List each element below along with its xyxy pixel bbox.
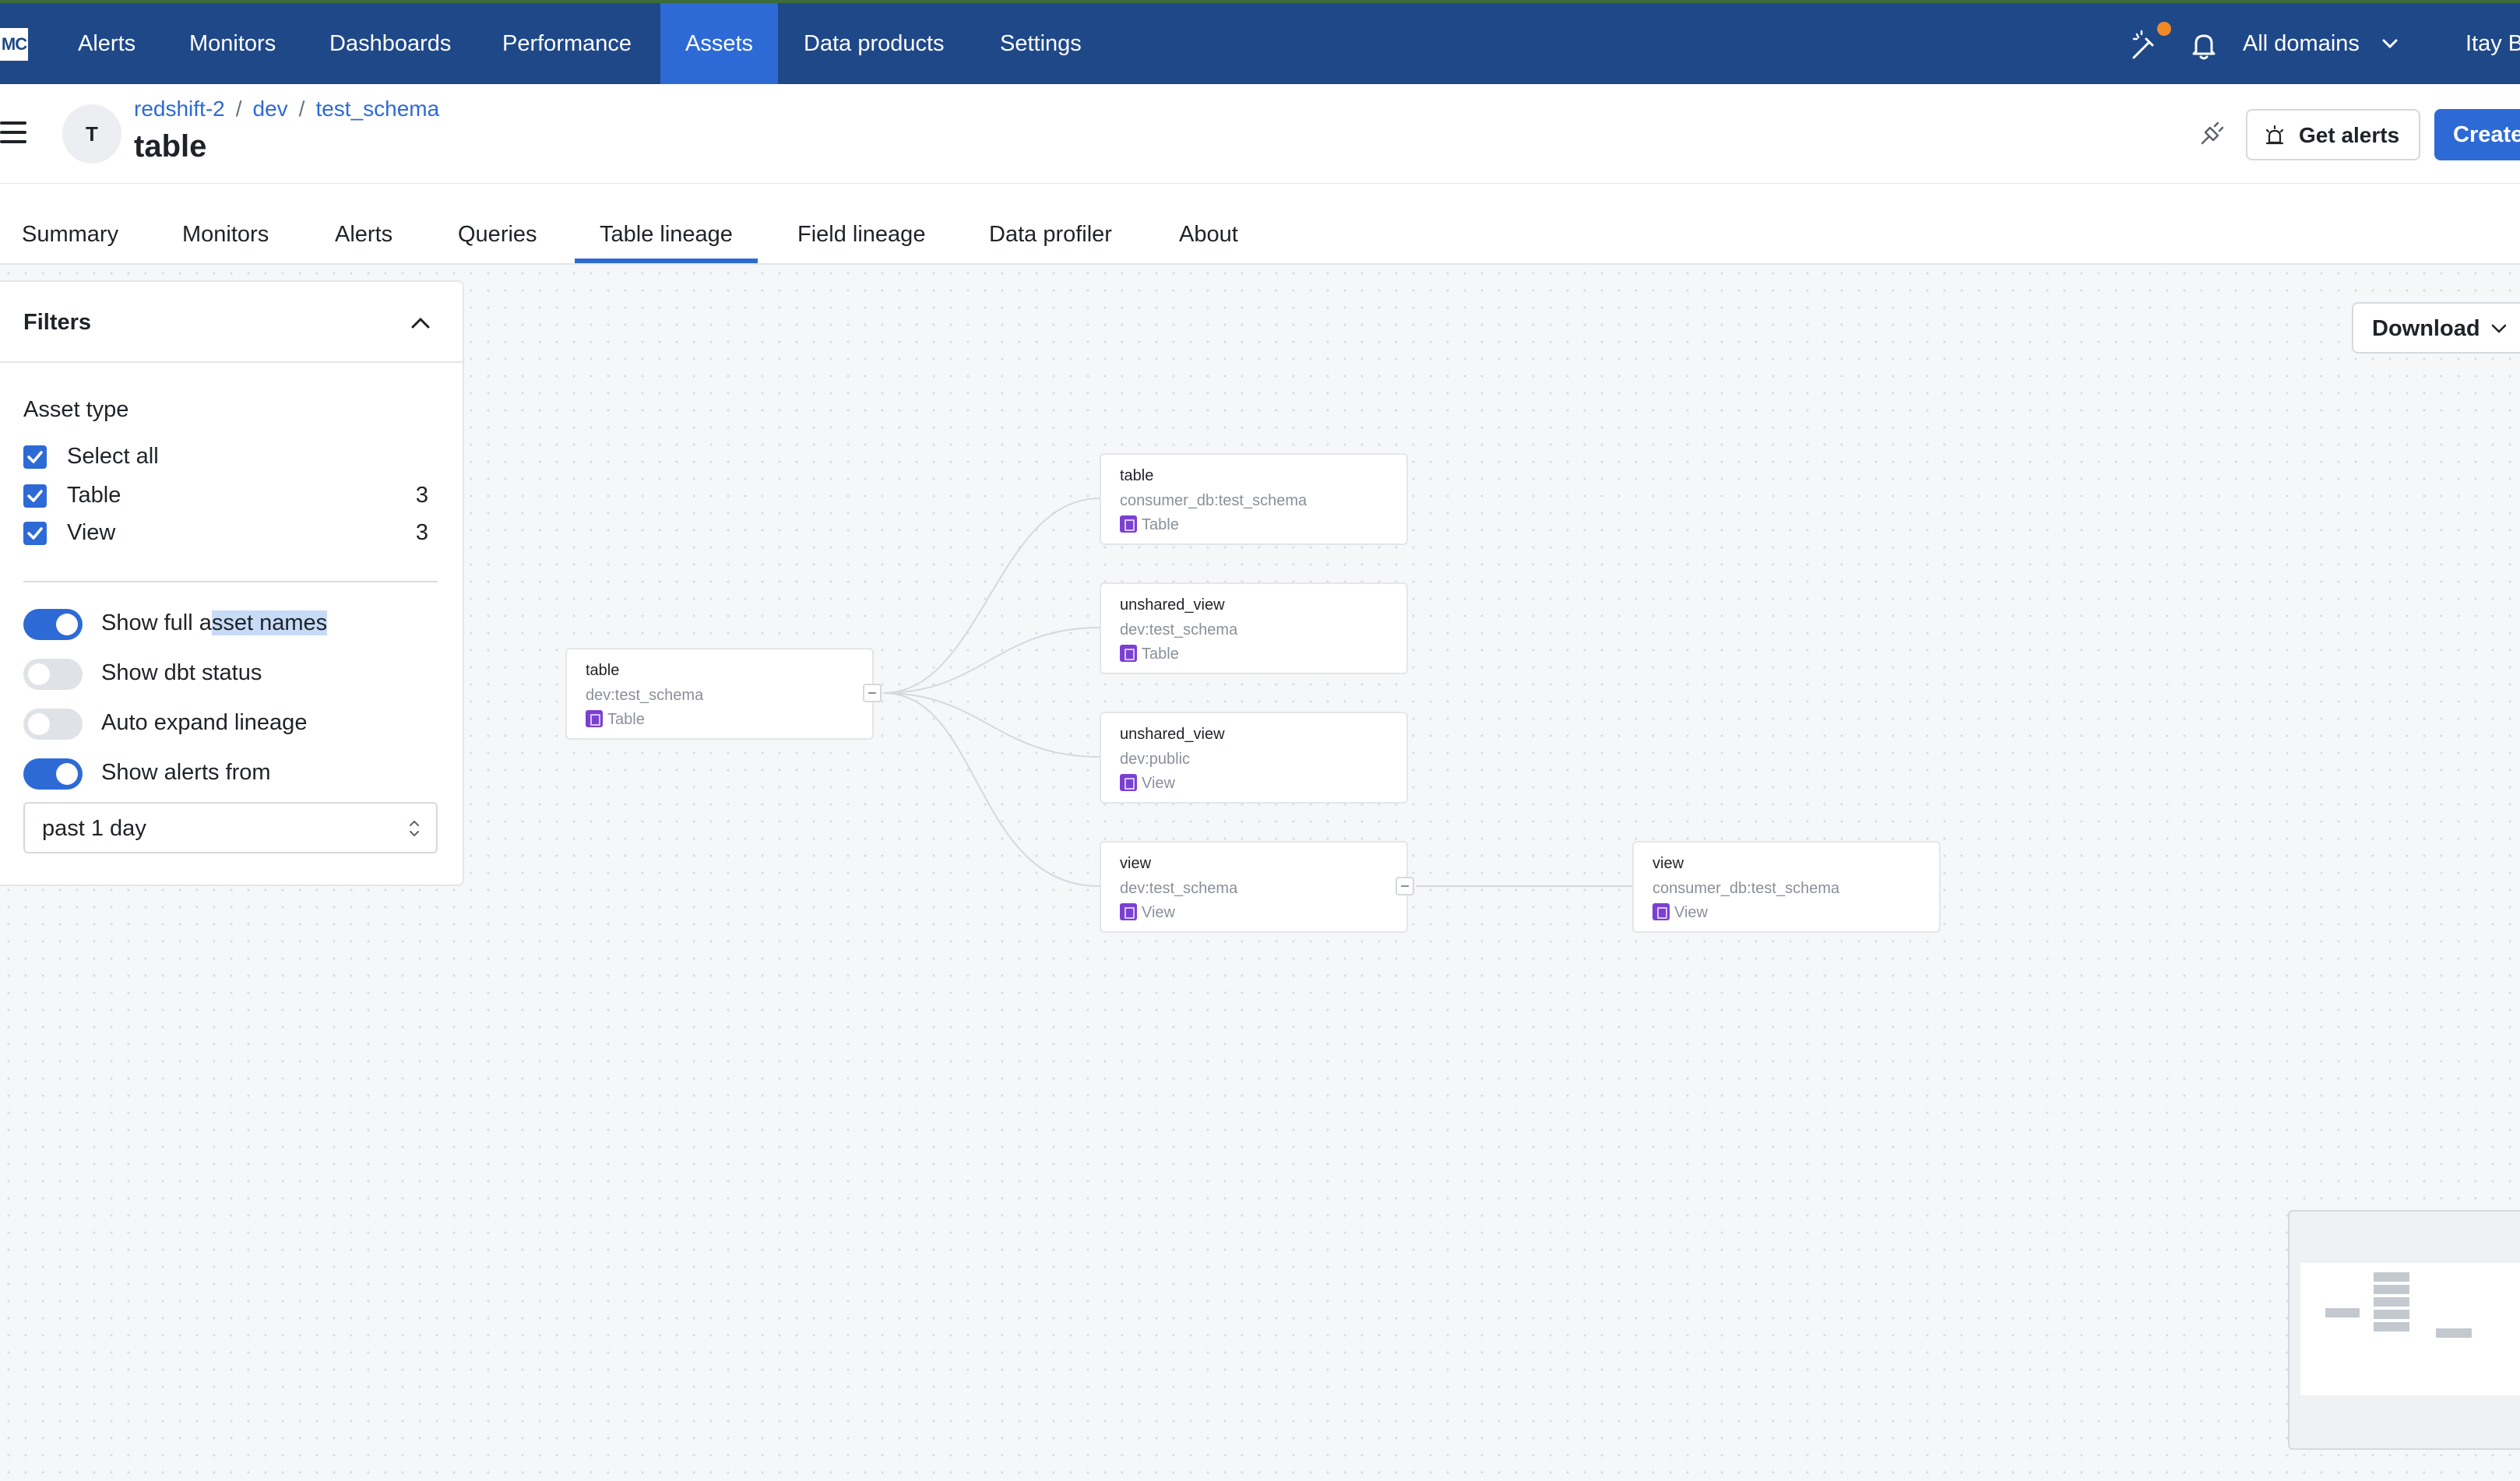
- checkbox-label: Table: [67, 483, 121, 508]
- edge-table-to-unshared-view-schema: [882, 627, 1100, 694]
- checkbox-table[interactable]: Table 3: [23, 481, 428, 512]
- toggle-auto-expand[interactable]: Auto expand lineage: [23, 707, 444, 741]
- lineage-minimap[interactable]: [2288, 1210, 2520, 1450]
- check-icon: [27, 451, 43, 463]
- checkbox-label: Select all: [67, 444, 159, 469]
- asset-type-label: Asset type: [23, 397, 129, 422]
- toggle-label: Show dbt status: [101, 660, 262, 685]
- divider: [23, 581, 438, 582]
- node-type: Table: [1120, 645, 1179, 663]
- toggle-label: Auto expand lineage: [101, 710, 308, 735]
- toggle-label: Show alerts from: [101, 760, 271, 785]
- check-icon: [27, 490, 43, 502]
- checkbox-checked[interactable]: [23, 445, 47, 469]
- view-icon: [1652, 903, 1670, 920]
- filters-header[interactable]: Filters: [0, 282, 463, 363]
- lineage-node[interactable]: table consumer_db:test_schema Table: [1100, 453, 1408, 545]
- select-arrows-icon: [410, 820, 419, 837]
- node-path: dev:public: [1120, 751, 1191, 768]
- toggle-switch[interactable]: [23, 659, 83, 690]
- minimap-node: [2436, 1328, 2472, 1338]
- node-type: Table: [586, 710, 645, 729]
- toggle-show-alerts[interactable]: Show alerts from: [23, 757, 444, 791]
- node-path: consumer_db:test_schema: [1652, 880, 1840, 897]
- toggle-switch[interactable]: [23, 709, 83, 740]
- check-icon: [27, 527, 43, 540]
- node-name: view: [1120, 855, 1152, 872]
- edge-table-to-view: [882, 692, 1100, 887]
- checkbox-label: View: [67, 520, 116, 545]
- view-icon: [1120, 774, 1137, 791]
- minimap-node: [2374, 1322, 2409, 1331]
- lineage-node[interactable]: view consumer_db:test_schema View: [1632, 841, 1941, 933]
- lineage-node[interactable]: table dev:test_schema Table: [565, 648, 874, 740]
- toggle-switch[interactable]: [23, 609, 83, 640]
- alerts-range-select[interactable]: past 1 day: [23, 802, 438, 853]
- view-icon: [1120, 903, 1137, 920]
- node-type: Table: [1120, 515, 1179, 534]
- minimap-node: [2325, 1308, 2360, 1317]
- collapse-downstream-button[interactable]: [1396, 877, 1414, 895]
- minimap-viewport: [2300, 1263, 2520, 1395]
- alerts-range-value: past 1 day: [42, 816, 146, 841]
- toggle-label: Show full asset names: [101, 610, 328, 635]
- table-icon: [1120, 645, 1137, 662]
- checkbox-view[interactable]: View 3: [23, 519, 428, 550]
- checkbox-count: 3: [415, 520, 428, 545]
- download-label: Download: [2372, 316, 2480, 341]
- minimap-node: [2374, 1272, 2409, 1282]
- edge-table-to-consumer-table: [882, 498, 1100, 694]
- node-name: table: [1120, 467, 1154, 484]
- minimap-node: [2374, 1310, 2409, 1319]
- checkbox-select-all[interactable]: Select all: [23, 442, 428, 473]
- toggle-dbt-status[interactable]: Show dbt status: [23, 657, 444, 691]
- collapse-downstream-button[interactable]: [863, 684, 882, 702]
- node-name: unshared_view: [1120, 596, 1225, 614]
- node-type: View: [1120, 774, 1175, 793]
- checkbox-checked[interactable]: [23, 522, 47, 545]
- toggle-switch[interactable]: [23, 758, 83, 790]
- checkbox-checked[interactable]: [23, 484, 47, 508]
- node-name: unshared_view: [1120, 726, 1225, 743]
- node-name: view: [1652, 855, 1684, 872]
- lineage-node[interactable]: unshared_view dev:test_schema Table: [1100, 582, 1408, 674]
- checkbox-count: 3: [415, 483, 428, 508]
- node-path: consumer_db:test_schema: [1120, 492, 1308, 509]
- lineage-node[interactable]: unshared_view dev:public View: [1100, 712, 1408, 804]
- node-path: dev:test_schema: [586, 687, 704, 704]
- toggle-full-asset-names[interactable]: Show full asset names: [23, 607, 444, 642]
- download-button[interactable]: Download: [2352, 302, 2520, 354]
- node-type: View: [1120, 903, 1175, 922]
- lineage-node[interactable]: view dev:test_schema View: [1100, 841, 1408, 933]
- node-path: dev:test_schema: [1120, 621, 1238, 638]
- node-type: View: [1652, 903, 1708, 922]
- minimap-node: [2374, 1297, 2409, 1307]
- filters-panel: Filters Asset type Select all Table 3 Vi…: [0, 280, 464, 886]
- node-path: dev:test_schema: [1120, 880, 1238, 897]
- chevron-down-icon: [2491, 324, 2507, 333]
- edge-table-to-unshared-view-public: [882, 692, 1100, 758]
- table-icon: [1120, 515, 1137, 533]
- minimap-node: [2374, 1285, 2409, 1294]
- table-icon: [586, 710, 603, 727]
- node-name: table: [586, 662, 620, 679]
- filters-title: Filters: [23, 310, 92, 335]
- chevron-up-icon[interactable]: [408, 311, 433, 333]
